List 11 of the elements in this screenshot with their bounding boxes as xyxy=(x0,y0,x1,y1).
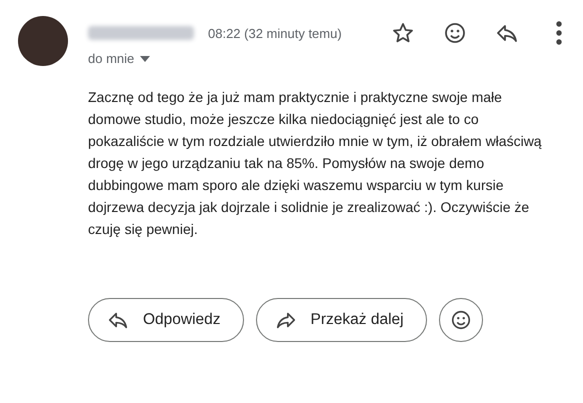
smiley-icon xyxy=(450,309,472,331)
emoji-button[interactable] xyxy=(438,298,483,342)
message-body: Zacznę od tego że ja już mam praktycznie i praktyczne swoje małe domowe studio, może jeszcze kilka niedociągnięć jest ale to co pokazaliście w tym rozdziale utwierdziło mnie w tym, iż obrałem właściwą drogę w jego urządzaniu tak na 85%. Pomysłów na swoje demo dubbingowe mam sporo ale dzięki waszemu wsparciu w tym kursie dojrzewa decyzja jak dojrzale i solidnie je zrealizować :). Oczywiście że czuję się pewniej. xyxy=(88,88,543,239)
recipient-label: do mnie xyxy=(88,51,134,66)
caret-icon[interactable] xyxy=(140,56,150,62)
star-icon[interactable] xyxy=(391,21,415,45)
avatar xyxy=(18,16,68,66)
message-time: 08:22 (32 minuty temu) xyxy=(208,26,342,40)
forward-button[interactable]: Przekaż dalej xyxy=(256,298,427,342)
emoji-icon[interactable] xyxy=(443,21,467,45)
reply-button[interactable]: Odpowiedz xyxy=(88,298,244,342)
